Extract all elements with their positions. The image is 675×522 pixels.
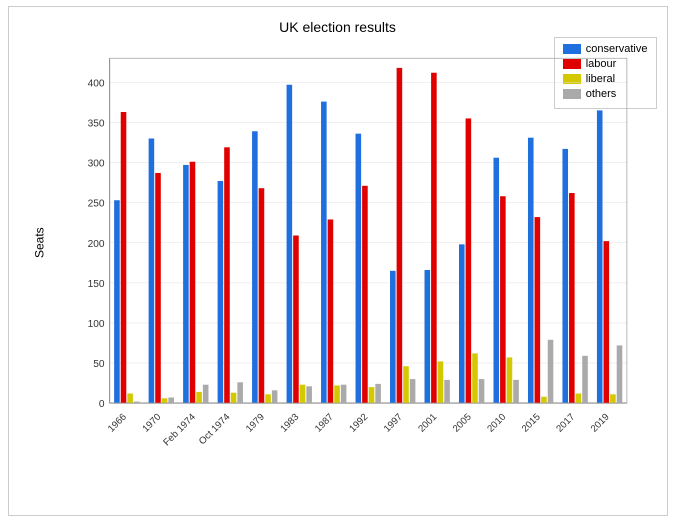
svg-text:0: 0 — [98, 399, 104, 410]
svg-text:50: 50 — [93, 359, 105, 370]
svg-text:100: 100 — [87, 319, 104, 330]
svg-text:200: 200 — [87, 239, 104, 250]
svg-text:2019: 2019 — [588, 412, 611, 435]
chart-area: Seats 05010015020025030035040019661970Fe… — [69, 47, 637, 455]
svg-text:400: 400 — [87, 78, 104, 89]
svg-text:1997: 1997 — [381, 412, 404, 435]
svg-text:350: 350 — [87, 119, 104, 130]
y-axis-label: Seats — [32, 227, 46, 258]
svg-text:300: 300 — [87, 159, 104, 170]
svg-text:Oct 1974: Oct 1974 — [196, 411, 232, 447]
svg-text:2001: 2001 — [416, 412, 439, 435]
chart-container: UK election results conservative labour … — [8, 6, 668, 516]
svg-text:1992: 1992 — [347, 412, 370, 435]
svg-text:1966: 1966 — [106, 412, 129, 435]
svg-text:1983: 1983 — [278, 412, 301, 435]
svg-text:2010: 2010 — [485, 412, 508, 435]
svg-text:1970: 1970 — [140, 412, 163, 435]
svg-text:Feb 1974: Feb 1974 — [161, 411, 198, 448]
svg-text:2017: 2017 — [554, 412, 577, 435]
svg-text:250: 250 — [87, 199, 104, 210]
svg-text:2015: 2015 — [519, 412, 542, 435]
svg-text:2005: 2005 — [450, 412, 473, 435]
svg-text:1979: 1979 — [243, 412, 266, 435]
svg-text:150: 150 — [87, 279, 104, 290]
svg-text:1987: 1987 — [312, 412, 335, 435]
chart-title: UK election results — [9, 19, 667, 35]
chart-svg: 0 50 100 150 200 250 300 350 400 1966 1970Feb 1974… — [69, 47, 637, 455]
